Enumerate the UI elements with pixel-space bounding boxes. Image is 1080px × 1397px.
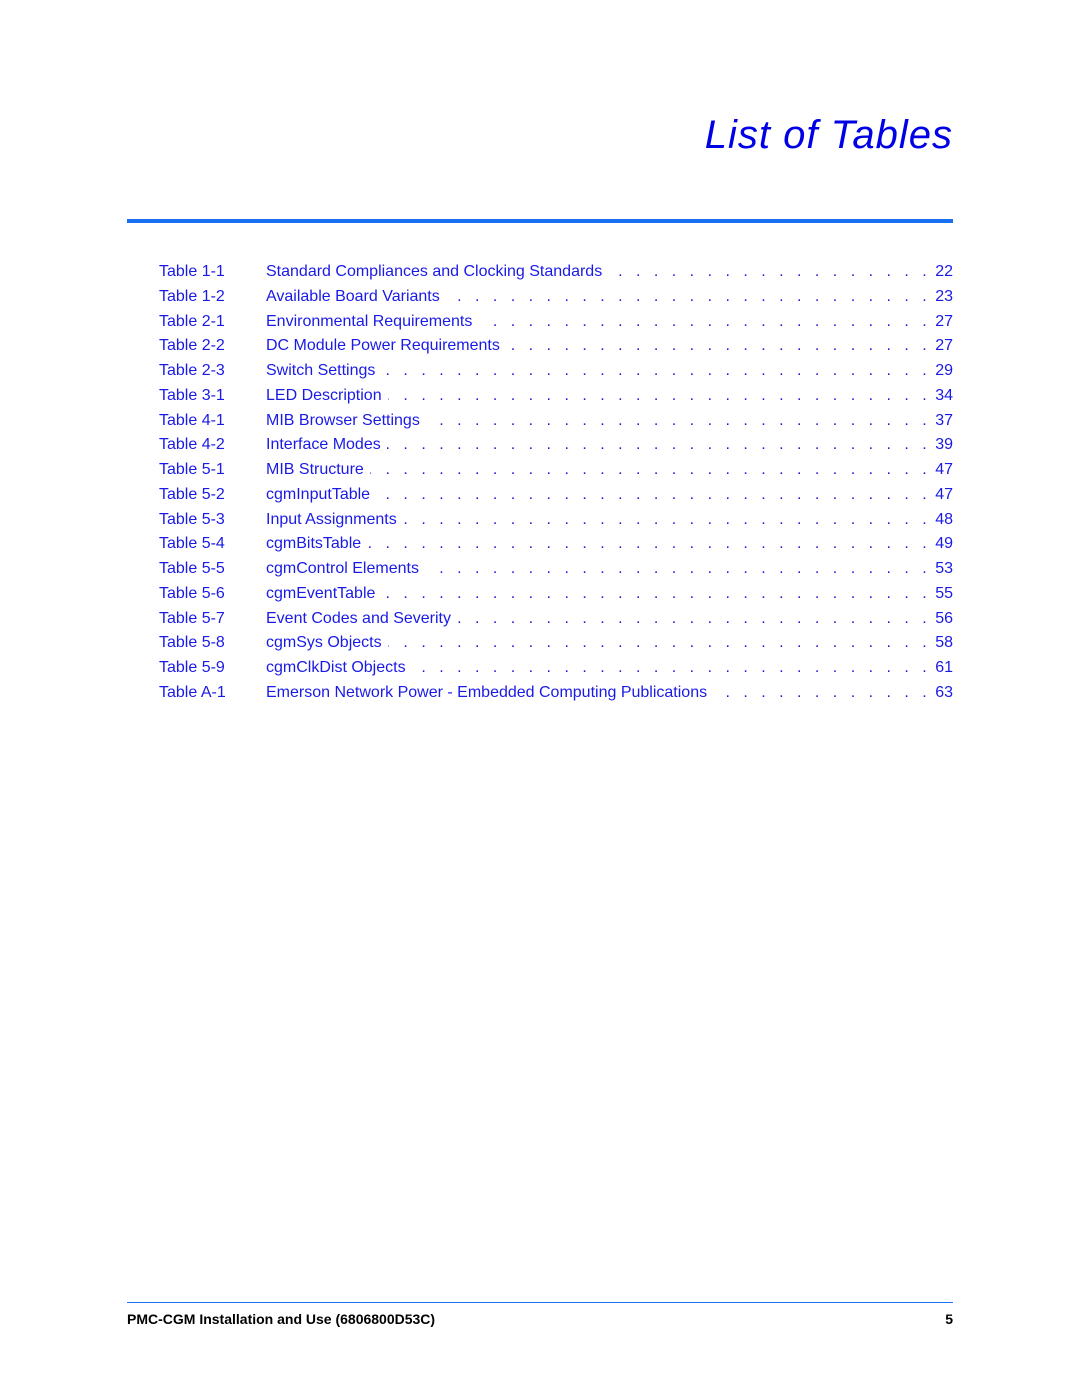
table-name[interactable]: DC Module Power Requirements bbox=[266, 337, 506, 355]
page-number[interactable]: 53 bbox=[931, 560, 953, 578]
table-entry[interactable]: Table 3-1 LED Description . . . . . . . … bbox=[159, 387, 953, 412]
page-number[interactable]: 22 bbox=[931, 263, 953, 281]
table-entry[interactable]: Table 5-8 cgmSys Objects . . . . . . . .… bbox=[159, 634, 953, 659]
table-name[interactable]: cgmEventTable bbox=[266, 585, 381, 603]
page-number[interactable]: 58 bbox=[931, 634, 953, 652]
table-number[interactable]: Table 2-2 bbox=[159, 337, 266, 355]
table-number[interactable]: Table 5-5 bbox=[159, 560, 266, 578]
table-number[interactable]: Table 2-3 bbox=[159, 362, 266, 380]
table-entry[interactable]: Table 2-1 Environmental Requirements . .… bbox=[159, 313, 953, 338]
page-number[interactable]: 61 bbox=[931, 659, 953, 677]
dot-leader: . . . . . . . . . . . . . . . . . . . . … bbox=[376, 485, 932, 503]
page-number[interactable]: 37 bbox=[931, 412, 953, 430]
table-number[interactable]: Table 4-2 bbox=[159, 436, 266, 454]
page-number[interactable]: 47 bbox=[931, 461, 953, 479]
page-number[interactable]: 27 bbox=[931, 337, 953, 355]
table-name[interactable]: cgmInputTable bbox=[266, 486, 376, 504]
table-entry[interactable]: Table 5-7 Event Codes and Severity . . .… bbox=[159, 610, 953, 635]
table-entry[interactable]: Table 5-5 cgmControl Elements . . . . . … bbox=[159, 560, 953, 585]
table-entry[interactable]: Table 5-2 cgmInputTable . . . . . . . . … bbox=[159, 486, 953, 511]
footer-rule bbox=[127, 1302, 953, 1303]
dot-leader: . . . . . . . . . . . . . . . . . . . . … bbox=[370, 461, 932, 478]
table-name[interactable]: cgmClkDist Objects bbox=[266, 659, 412, 677]
table-entry[interactable]: Table 5-6 cgmEventTable . . . . . . . . … bbox=[159, 585, 953, 610]
page-number[interactable]: 49 bbox=[931, 535, 953, 553]
page-number[interactable]: 23 bbox=[931, 288, 953, 306]
page-number[interactable]: 63 bbox=[931, 684, 953, 702]
dot-leader: . . . . . . . . . . . . . . . . . . . . … bbox=[388, 634, 932, 652]
table-entry[interactable]: Table 5-3 Input Assignments . . . . . . … bbox=[159, 511, 953, 536]
page-number[interactable]: 29 bbox=[931, 362, 953, 380]
table-list: Table 1-1 Standard Compliances and Clock… bbox=[159, 263, 953, 709]
dot-leader: . . . . . . . . . . . . . . . . . . . . … bbox=[426, 411, 932, 429]
table-name[interactable]: Event Codes and Severity bbox=[266, 610, 457, 628]
dot-leader: . . . . . . . . . . . . . . . . . . . . … bbox=[457, 609, 932, 627]
table-entry[interactable]: Table 4-2 Interface Modes . . . . . . . … bbox=[159, 436, 953, 461]
table-name[interactable]: Input Assignments bbox=[266, 511, 403, 529]
dot-leader: . . . . . . . . . . . . . . . . . . . . … bbox=[403, 510, 932, 528]
title-rule bbox=[127, 219, 953, 223]
table-entry[interactable]: Table 4-1 MIB Browser Settings . . . . .… bbox=[159, 412, 953, 437]
table-entry[interactable]: Table 2-2 DC Module Power Requirements .… bbox=[159, 337, 953, 362]
table-name[interactable]: cgmBitsTable bbox=[266, 535, 367, 553]
footer-document-title: PMC-CGM Installation and Use (6806800D53… bbox=[127, 1311, 436, 1327]
page-number[interactable]: 39 bbox=[931, 436, 953, 454]
page-number[interactable]: 47 bbox=[931, 486, 953, 504]
page-number[interactable]: 34 bbox=[931, 387, 953, 405]
dot-leader: . . . . . . . . . . . . . . . . . . . . … bbox=[446, 287, 932, 305]
table-entry[interactable]: Table 5-4 cgmBitsTable . . . . . . . . .… bbox=[159, 535, 953, 560]
table-number[interactable]: Table 5-8 bbox=[159, 634, 266, 652]
page-number[interactable]: 48 bbox=[931, 511, 953, 529]
table-entry[interactable]: Table 2-3 Switch Settings . . . . . . . … bbox=[159, 362, 953, 387]
footer-page-number: 5 bbox=[945, 1311, 953, 1327]
page-number[interactable]: 56 bbox=[931, 610, 953, 628]
table-name[interactable]: Environmental Requirements bbox=[266, 313, 478, 331]
table-entry[interactable]: Table A-1 Emerson Network Power - Embedd… bbox=[159, 684, 953, 709]
page-title: List of Tables bbox=[704, 113, 953, 157]
dot-leader: . . . . . . . . . . . . . . . . . . . . … bbox=[478, 312, 932, 330]
table-number[interactable]: Table 1-1 bbox=[159, 263, 266, 281]
table-name[interactable]: cgmControl Elements bbox=[266, 560, 425, 578]
table-name[interactable]: cgmSys Objects bbox=[266, 634, 388, 652]
table-number[interactable]: Table 3-1 bbox=[159, 387, 266, 405]
dot-leader: . . . . . . . . . . . . . . . . . . . . … bbox=[381, 362, 932, 379]
table-number[interactable]: Table 5-1 bbox=[159, 461, 266, 479]
dot-leader: . . . . . . . . . . . . . . . . . . . . … bbox=[412, 659, 932, 676]
table-name[interactable]: LED Description bbox=[266, 387, 388, 405]
table-number[interactable]: Table A-1 bbox=[159, 684, 266, 702]
table-name[interactable]: Emerson Network Power - Embedded Computi… bbox=[266, 684, 713, 702]
table-entry[interactable]: Table 5-9 cgmClkDist Objects . . . . . .… bbox=[159, 659, 953, 684]
dot-leader: . . . . . . . . . . . . . . . . . . . . … bbox=[608, 263, 932, 280]
table-number[interactable]: Table 2-1 bbox=[159, 313, 266, 331]
table-name[interactable]: Standard Compliances and Clocking Standa… bbox=[266, 263, 608, 281]
dot-leader: . . . . . . . . . . . . . . . . . . . . … bbox=[381, 584, 932, 602]
table-number[interactable]: Table 5-6 bbox=[159, 585, 266, 603]
dot-leader: . . . . . . . . . . . . . . . . . . . . … bbox=[713, 683, 932, 701]
table-number[interactable]: Table 5-9 bbox=[159, 659, 266, 677]
table-name[interactable]: Interface Modes bbox=[266, 436, 387, 454]
table-number[interactable]: Table 4-1 bbox=[159, 412, 266, 430]
dot-leader: . . . . . . . . . . . . . . . . . . . . … bbox=[425, 560, 932, 577]
table-number[interactable]: Table 5-3 bbox=[159, 511, 266, 529]
table-entry[interactable]: Table 5-1 MIB Structure . . . . . . . . … bbox=[159, 461, 953, 486]
page-number[interactable]: 27 bbox=[931, 313, 953, 331]
dot-leader: . . . . . . . . . . . . . . . . . . . . … bbox=[388, 386, 932, 404]
table-name[interactable]: MIB Structure bbox=[266, 461, 370, 479]
table-entry[interactable]: Table 1-1 Standard Compliances and Clock… bbox=[159, 263, 953, 288]
dot-leader: . . . . . . . . . . . . . . . . . . . . … bbox=[387, 436, 932, 454]
table-number[interactable]: Table 1-2 bbox=[159, 288, 266, 306]
table-name[interactable]: MIB Browser Settings bbox=[266, 412, 426, 430]
table-entry[interactable]: Table 1-2 Available Board Variants . . .… bbox=[159, 288, 953, 313]
dot-leader: . . . . . . . . . . . . . . . . . . . . … bbox=[506, 337, 932, 355]
table-name[interactable]: Switch Settings bbox=[266, 362, 381, 380]
dot-leader: . . . . . . . . . . . . . . . . . . . . … bbox=[367, 535, 932, 553]
page-number[interactable]: 55 bbox=[931, 585, 953, 603]
table-number[interactable]: Table 5-7 bbox=[159, 610, 266, 628]
table-number[interactable]: Table 5-4 bbox=[159, 535, 266, 553]
table-number[interactable]: Table 5-2 bbox=[159, 486, 266, 504]
table-name[interactable]: Available Board Variants bbox=[266, 288, 446, 306]
